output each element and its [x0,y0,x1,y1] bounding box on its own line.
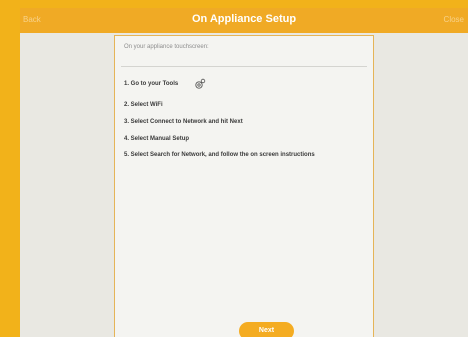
page-title: On Appliance Setup [191,13,297,25]
intro-text: On your appliance touchscreen: [124,44,209,50]
tools-gear-icon [195,78,206,89]
step-4: 4. Select Manual Setup [124,136,190,142]
step-5: 5. Select Search for Network, and follow… [124,152,315,158]
step-1: 1. Go to your Tools [124,81,179,87]
close-button[interactable]: Close [444,15,464,24]
step-2: 2. Select WiFi [124,102,163,108]
divider [121,66,367,67]
app-screen: Back On Appliance Setup Close On your ap… [20,8,468,337]
step-3: 3. Select Connect to Network and hit Nex… [124,119,243,125]
next-button[interactable]: Next [239,322,294,337]
header-bar: Back On Appliance Setup Close [20,8,468,33]
instructions-card: On your appliance touchscreen: 1. Go to … [114,35,374,337]
